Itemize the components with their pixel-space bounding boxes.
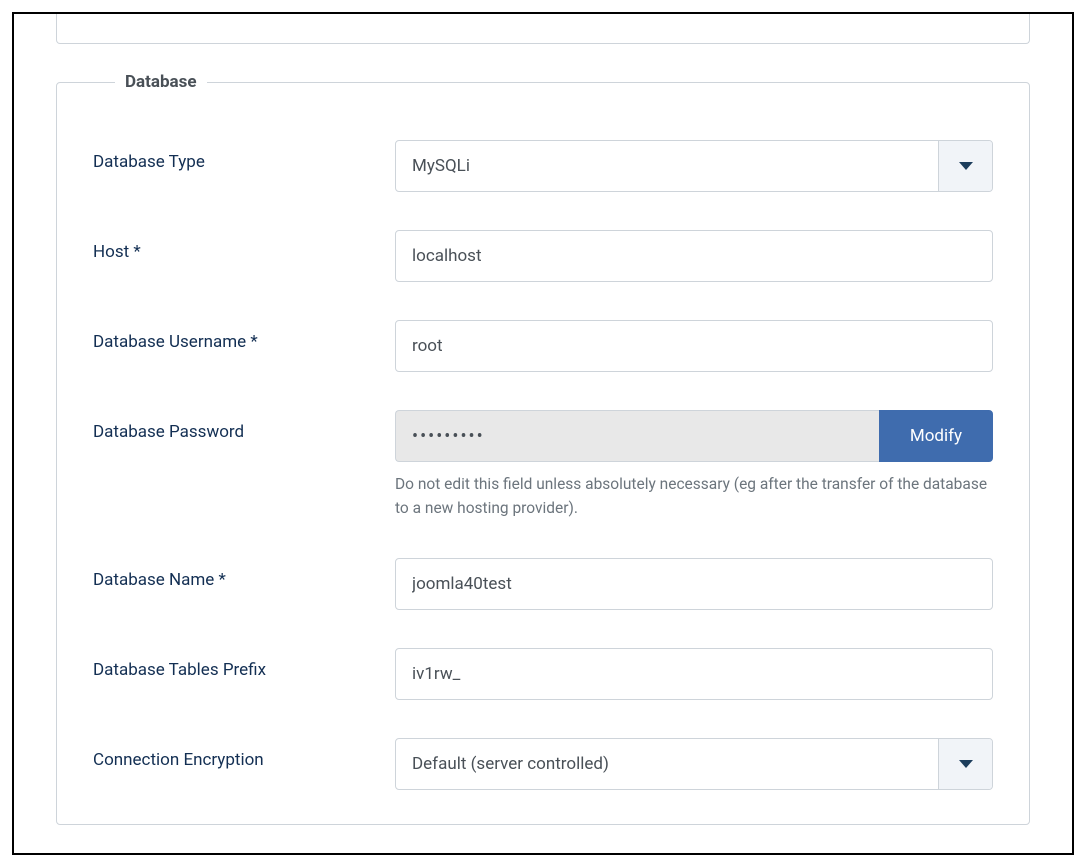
chevron-down-icon: [938, 141, 992, 191]
label-database-prefix: Database Tables Prefix: [93, 648, 395, 680]
row-database-prefix: Database Tables Prefix: [93, 648, 993, 700]
label-database-username: Database Username *: [93, 320, 395, 352]
row-host: Host *: [93, 230, 993, 282]
password-help-text: Do not edit this field unless absolutely…: [395, 472, 993, 520]
row-database-type: Database Type MySQLi: [93, 140, 993, 192]
field-database-name: [395, 558, 993, 610]
database-password-input[interactable]: [395, 410, 879, 462]
label-database-type: Database Type: [93, 140, 395, 172]
host-input[interactable]: [395, 230, 993, 282]
modify-button[interactable]: Modify: [879, 410, 993, 462]
field-database-type: MySQLi: [395, 140, 993, 192]
label-database-name: Database Name *: [93, 558, 395, 590]
connection-encryption-value: Default (server controlled): [396, 739, 938, 789]
label-host: Host *: [93, 230, 395, 262]
field-database-prefix: [395, 648, 993, 700]
row-database-name: Database Name *: [93, 558, 993, 610]
field-database-password: Modify Do not edit this field unless abs…: [395, 410, 993, 520]
row-database-password: Database Password Modify Do not edit thi…: [93, 410, 993, 520]
fieldset-legend: Database: [115, 72, 207, 92]
row-database-username: Database Username *: [93, 320, 993, 372]
label-connection-encryption: Connection Encryption: [93, 738, 395, 770]
label-database-password: Database Password: [93, 410, 395, 442]
field-connection-encryption: Default (server controlled): [395, 738, 993, 790]
row-connection-encryption: Connection Encryption Default (server co…: [93, 738, 993, 790]
password-input-group: Modify: [395, 410, 993, 462]
connection-encryption-select[interactable]: Default (server controlled): [395, 738, 993, 790]
config-panel-frame: Database Database Type MySQLi Host * Dat…: [12, 12, 1074, 855]
database-type-select[interactable]: MySQLi: [395, 140, 993, 192]
field-host: [395, 230, 993, 282]
chevron-down-icon: [938, 739, 992, 789]
database-prefix-input[interactable]: [395, 648, 993, 700]
database-type-value: MySQLi: [396, 141, 938, 191]
database-fieldset: Database Database Type MySQLi Host * Dat…: [56, 72, 1030, 825]
previous-panel-tail: [56, 14, 1030, 44]
database-name-input[interactable]: [395, 558, 993, 610]
field-database-username: [395, 320, 993, 372]
database-username-input[interactable]: [395, 320, 993, 372]
